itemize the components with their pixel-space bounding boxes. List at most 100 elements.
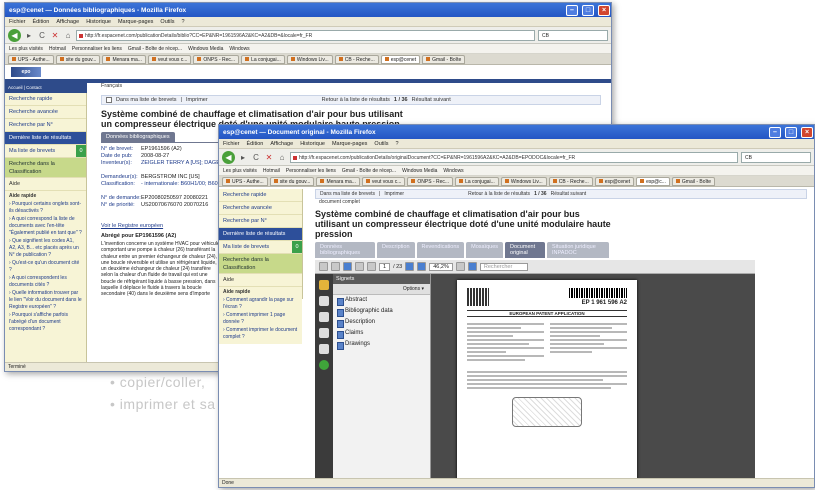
back-to-results-link[interactable]: Retour à la liste de résultats <box>468 191 530 197</box>
zoom-out-icon[interactable] <box>405 262 415 271</box>
help-link[interactable]: › Pourquoi s'affiche parfois l'abrégé d'… <box>9 312 82 333</box>
menu-edit[interactable]: Édition <box>33 19 50 25</box>
nav-recherche-avancee[interactable]: Recherche avancée <box>219 202 302 215</box>
prev-page-icon[interactable] <box>355 262 364 271</box>
browser-tab-active[interactable]: esp@cenet <box>380 54 421 64</box>
minimize-button[interactable]: – <box>769 126 781 138</box>
signature-icon[interactable] <box>319 328 329 338</box>
epo-logo[interactable]: epo <box>11 67 41 77</box>
menu-tools[interactable]: Outils <box>374 141 388 147</box>
help-link[interactable]: › Qu'est-ce qu'un document cité ? <box>9 260 82 274</box>
reload-icon[interactable]: C <box>37 31 47 40</box>
home-icon[interactable]: ⌂ <box>63 31 73 40</box>
browser-tab[interactable]: La conjugai... <box>241 54 285 64</box>
browser-tab[interactable]: Gmail - Boîte <box>671 176 716 186</box>
help-link[interactable]: › A quoi correspondent les documents cit… <box>9 275 82 289</box>
forward-arrow-icon[interactable]: ▸ <box>24 31 34 40</box>
help-link[interactable]: › Comment imprimer le document complet ? <box>223 327 298 341</box>
help-link[interactable]: › Comment agrandir la page sur l'écran ? <box>223 297 298 311</box>
back-arrow-icon[interactable]: ◀ <box>8 28 21 42</box>
browser-tab[interactable]: esp@cenet <box>594 176 635 186</box>
accueil-bar[interactable]: Accueil | Contact <box>5 83 87 93</box>
menu-file[interactable]: Fichier <box>223 141 240 147</box>
stop-icon[interactable]: ✕ <box>264 153 274 162</box>
browser-tab[interactable]: La conjugai... <box>455 176 499 186</box>
nav-recherche-rapide[interactable]: Recherche rapide <box>219 189 302 202</box>
browser-tab[interactable]: Windows Liv... <box>500 176 547 186</box>
browser-tab[interactable]: veut vous c... <box>361 176 406 186</box>
maximize-button[interactable]: □ <box>582 4 594 16</box>
bookmark-item[interactable]: Les plus visités <box>223 168 257 174</box>
browser-tab[interactable]: veut vous c... <box>147 54 192 64</box>
bookmark-item[interactable]: Personnaliser les liens <box>286 168 336 174</box>
browser-tab[interactable]: CB - Reche... <box>548 176 593 186</box>
close-button[interactable]: × <box>801 126 813 138</box>
menu-bookmarks[interactable]: Marque-pages <box>118 19 153 25</box>
fit-page-icon[interactable] <box>455 262 465 271</box>
browser-tab[interactable]: CB - Reche... <box>334 54 379 64</box>
print-link[interactable]: Imprimer <box>384 191 404 197</box>
pages-icon[interactable] <box>319 296 329 306</box>
nav-derniere-liste[interactable]: Dernière liste de résultats <box>219 228 302 241</box>
back-url-bar[interactable]: http://fr.espacenet.com/publicationDetai… <box>76 29 535 41</box>
browser-tab[interactable]: ONPS - Rec... <box>193 54 240 64</box>
bookmark-item[interactable]: Gmail - Boîte de récep... <box>128 46 182 52</box>
bookmark-item[interactable]: Windows <box>229 46 249 52</box>
green-status-icon[interactable] <box>319 360 329 370</box>
menu-history[interactable]: Historique <box>300 141 325 147</box>
lock-icon[interactable] <box>319 280 329 290</box>
add-to-list-label[interactable]: Dans ma liste de brevets <box>320 191 375 197</box>
home-icon[interactable]: ⌂ <box>277 153 287 162</box>
bookmark-item[interactable]: Hotmail <box>49 46 66 52</box>
nav-ma-liste[interactable]: Ma liste de brevets 0 <box>5 145 86 158</box>
nav-aide[interactable]: Aide <box>219 274 302 287</box>
front-url-bar[interactable]: http://fr.espacenet.com/publicationDetai… <box>290 151 738 163</box>
pdf-bookmark-claims[interactable]: Claims <box>333 328 430 339</box>
close-button[interactable]: × <box>598 4 610 16</box>
tab-situation-juridique[interactable]: Situation juridique INPADOC <box>547 242 610 258</box>
nav-derniere-liste[interactable]: Dernière liste de résultats <box>5 132 86 145</box>
select-tool-icon[interactable] <box>467 262 477 271</box>
menu-help[interactable]: ? <box>395 141 398 147</box>
bookmarks-options[interactable]: Options ▾ <box>333 284 430 295</box>
back-to-results-link[interactable]: Retour à la liste de résultats <box>322 97 390 103</box>
next-result-link[interactable]: Résultat suivant <box>551 191 587 197</box>
browser-tab[interactable]: Menara ma... <box>102 54 146 64</box>
add-to-list-label[interactable]: Dans ma liste de brevets <box>116 97 177 103</box>
print-link[interactable]: Imprimer <box>186 97 208 103</box>
tab-description[interactable]: Description <box>377 242 415 258</box>
browser-tab[interactable]: Menara ma... <box>316 176 360 186</box>
tab-document-original[interactable]: Document original <box>505 242 546 258</box>
browser-tab[interactable]: ONPS - Rec... <box>407 176 454 186</box>
layers-icon[interactable] <box>319 344 329 354</box>
nav-aide[interactable]: Aide <box>5 178 86 191</box>
tab-donnees-bibliographiques[interactable]: Données bibliographiques <box>315 242 375 258</box>
zoom-in-icon[interactable] <box>417 262 427 271</box>
nav-ma-liste[interactable]: Ma liste de brevets 0 <box>219 241 302 254</box>
pdf-bookmark-bibliographic-data[interactable]: Bibliographic data <box>333 306 430 317</box>
help-link[interactable]: › Comment imprimer 1 page donnée ? <box>223 312 298 326</box>
nav-recherche-numero[interactable]: Recherche par N° <box>5 119 86 132</box>
pdf-bookmark-description[interactable]: Description <box>333 317 430 328</box>
menu-help[interactable]: ? <box>181 19 184 25</box>
reload-icon[interactable]: C <box>251 153 261 162</box>
save-icon[interactable] <box>319 262 328 271</box>
nav-recherche-avancee[interactable]: Recherche avancée <box>5 106 86 119</box>
help-link[interactable]: › Pourquoi certains onglets sont-ils dés… <box>9 201 82 215</box>
help-link[interactable]: › A quoi correspond la liste de document… <box>9 216 82 237</box>
nav-classification[interactable]: Recherche dans la Classification <box>219 254 302 274</box>
browser-tab-active[interactable]: esp@c... <box>636 176 670 186</box>
menu-view[interactable]: Affichage <box>270 141 293 147</box>
pdf-bookmark-abstract[interactable]: Abstract <box>333 295 430 306</box>
tab-donnees-bibliographiques[interactable]: Données bibliographiques <box>101 132 175 142</box>
pdf-bookmark-drawings[interactable]: Drawings <box>333 339 430 350</box>
menu-view[interactable]: Affichage <box>56 19 79 25</box>
browser-tab[interactable]: UPS - Authe... <box>222 176 268 186</box>
nav-recherche-rapide[interactable]: Recherche rapide <box>5 93 86 106</box>
browser-tab[interactable]: site du gouv... <box>269 176 315 186</box>
zoom-level-select[interactable]: 46,2% <box>429 262 453 271</box>
tab-revendications[interactable]: Revendications <box>416 242 465 258</box>
bookmark-item[interactable]: Hotmail <box>263 168 280 174</box>
nav-classification[interactable]: Recherche dans la Classification <box>5 158 86 178</box>
bookmark-item[interactable]: Windows <box>443 168 463 174</box>
